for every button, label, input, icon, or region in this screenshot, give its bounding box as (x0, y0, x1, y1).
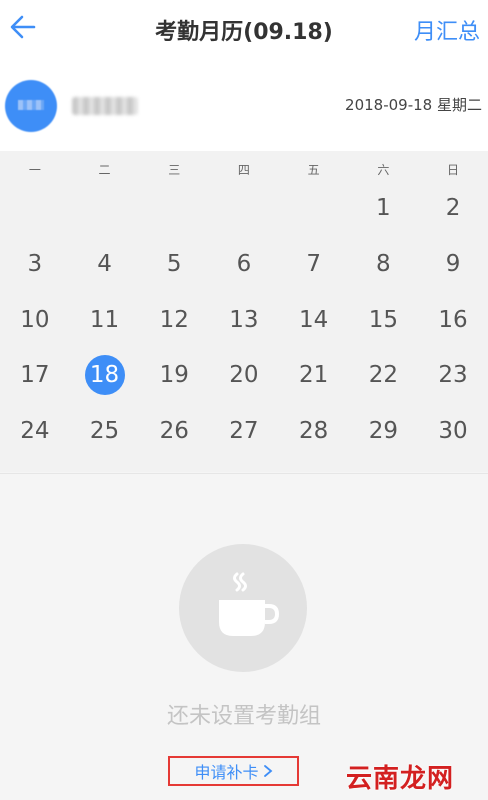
user-info-row: 2018-09-18 星期二 (0, 56, 488, 151)
empty-state-message: 还未设置考勤组 (166, 704, 321, 729)
weekday-label: 日 (447, 163, 460, 177)
calendar-day[interactable]: 22 (349, 355, 419, 395)
calendar-day[interactable]: 25 (70, 411, 140, 451)
calendar-day[interactable]: 10 (0, 300, 70, 340)
weekday-label: 六 (377, 163, 390, 177)
user-name-blurred (72, 97, 138, 115)
selected-day-number: 18 (84, 355, 125, 395)
avatar (5, 80, 57, 132)
current-date-label: 2018-09-18 星期二 (345, 96, 482, 114)
calendar-day[interactable]: 7 (279, 244, 349, 284)
calendar-day[interactable]: 2 (418, 188, 488, 228)
divider (0, 473, 488, 474)
apply-makeup-punch-label: 申请补卡 (194, 763, 259, 782)
calendar-day[interactable]: 29 (349, 411, 419, 451)
calendar-day[interactable]: 27 (209, 411, 279, 451)
calendar-day[interactable]: 19 (139, 355, 209, 395)
weekday-label: 五 (307, 163, 320, 177)
weekday-header: 一二三四五六日 (0, 161, 488, 181)
calendar-day[interactable]: 17 (0, 355, 70, 395)
calendar-day[interactable]: 1 (349, 188, 419, 228)
calendar-day[interactable]: 5 (139, 244, 209, 284)
calendar-day[interactable]: 6 (209, 244, 279, 284)
calendar-day[interactable]: 24 (0, 411, 70, 451)
calendar-day[interactable]: 13 (209, 300, 279, 340)
calendar-day[interactable]: 15 (349, 300, 419, 340)
calendar-day[interactable]: 9 (418, 244, 488, 284)
calendar-day[interactable]: 30 (418, 411, 488, 451)
calendar-day[interactable]: 12 (139, 300, 209, 340)
calendar-day[interactable]: 11 (70, 300, 140, 340)
monthly-summary-button[interactable]: 月汇总 (414, 14, 480, 46)
calendar-day[interactable]: 21 (279, 355, 349, 395)
calendar-day[interactable]: 14 (279, 300, 349, 340)
weekday-label: 一 (28, 163, 41, 177)
calendar-day[interactable]: 4 (70, 244, 140, 284)
calendar-day-selected[interactable]: 18 (70, 355, 140, 395)
calendar-day[interactable]: 3 (0, 244, 70, 284)
weekday-label: 三 (168, 163, 181, 177)
watermark-logo: 云南龙网 (345, 764, 454, 794)
calendar-grid: 一二三四五六日 1 2 3 4 5 6 7 8 9 10 11 12 13 14 15 16 17 18 19 20 2… (0, 151, 488, 472)
calendar-day[interactable]: 28 (279, 411, 349, 451)
header-bar: 考勤月历(09.18) 月汇总 (0, 0, 488, 56)
chevron-right-icon (263, 765, 272, 777)
calendar-day[interactable]: 23 (418, 355, 488, 395)
calendar-day[interactable]: 26 (139, 411, 209, 451)
calendar-day[interactable]: 20 (209, 355, 279, 395)
weekday-label: 二 (98, 163, 111, 177)
calendar-day[interactable]: 16 (418, 300, 488, 340)
coffee-cup-icon (219, 572, 280, 636)
apply-makeup-punch-button[interactable]: 申请补卡 (168, 756, 299, 786)
calendar-day[interactable]: 8 (349, 244, 419, 284)
weekday-label: 四 (237, 163, 250, 177)
empty-state-circle (179, 544, 307, 672)
